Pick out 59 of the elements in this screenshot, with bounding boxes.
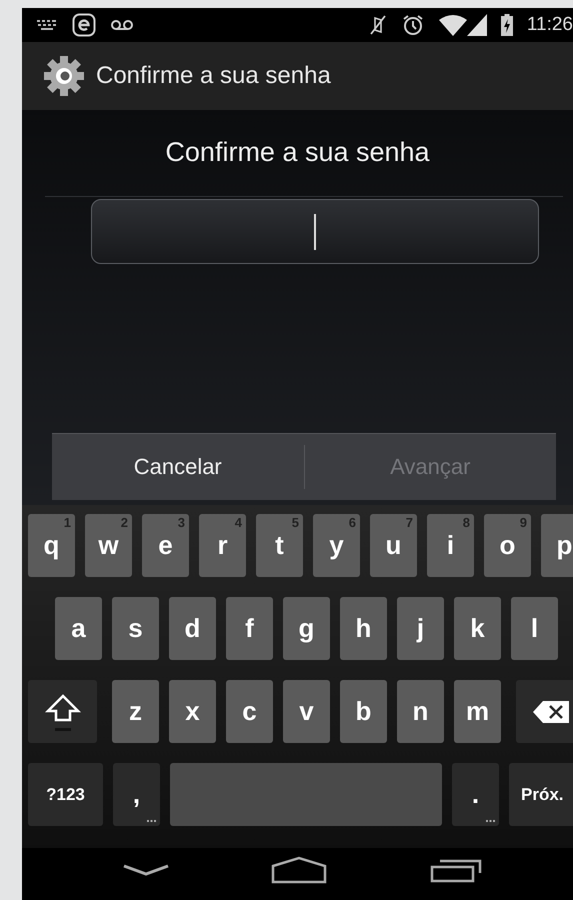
- letter-key[interactable]: h: [340, 597, 387, 660]
- key-hint: 2: [120, 515, 128, 530]
- back-chevron-icon[interactable]: [123, 863, 170, 877]
- punctuation-key[interactable]: .: [452, 763, 499, 826]
- letter-key[interactable]: p: [541, 514, 573, 577]
- keyboard-icon: [36, 19, 58, 31]
- letter-key[interactable]: w 2: [85, 514, 132, 577]
- signal-icon: [466, 14, 487, 36]
- letter-key[interactable]: b: [340, 680, 387, 743]
- gear-icon: [42, 54, 86, 98]
- letter-key[interactable]: v: [283, 680, 330, 743]
- shift-key[interactable]: [28, 680, 97, 743]
- letter-key[interactable]: f: [226, 597, 273, 660]
- key-hint: 4: [234, 515, 242, 530]
- home-icon[interactable]: [271, 856, 328, 884]
- backspace-key[interactable]: [516, 680, 573, 743]
- key-hint: 1: [64, 515, 71, 530]
- password-field[interactable]: [91, 199, 539, 264]
- backspace-icon: [533, 700, 569, 722]
- recent-apps-icon[interactable]: [430, 857, 482, 883]
- battery-charging-icon: [500, 14, 513, 36]
- letter-key[interactable]: q 1: [28, 514, 75, 577]
- alarm-clock-icon: [400, 13, 425, 37]
- letter-key[interactable]: n: [397, 680, 444, 743]
- letter-key[interactable]: t 5: [256, 514, 303, 577]
- letter-key[interactable]: l: [511, 597, 558, 660]
- letter-key[interactable]: x: [169, 680, 216, 743]
- letter-key[interactable]: e 3: [142, 514, 189, 577]
- letter-key[interactable]: i 8: [427, 514, 474, 577]
- letter-key[interactable]: m: [454, 680, 501, 743]
- letter-key[interactable]: j: [397, 597, 444, 660]
- next-key[interactable]: Próx.: [509, 763, 573, 826]
- voicemail-icon: [110, 19, 134, 31]
- wifi-icon: [438, 14, 467, 36]
- letter-key[interactable]: y 6: [313, 514, 360, 577]
- letter-key[interactable]: s: [112, 597, 159, 660]
- key-hint: 5: [292, 515, 299, 530]
- letter-key[interactable]: g: [283, 597, 330, 660]
- clock-time: 11:26: [526, 14, 573, 36]
- key-hint: 8: [462, 515, 470, 530]
- letter-key[interactable]: z: [112, 680, 159, 743]
- letter-key[interactable]: c: [226, 680, 273, 743]
- letter-key[interactable]: u 7: [370, 514, 417, 577]
- key-hint: 6: [348, 515, 356, 530]
- letter-key[interactable]: k: [454, 597, 501, 660]
- screen-title: Confirme a sua senha: [96, 62, 331, 90]
- key-hint: 9: [520, 515, 527, 530]
- letter-key[interactable]: r 4: [199, 514, 246, 577]
- punctuation-key[interactable]: ,: [113, 763, 160, 826]
- text-cursor: [314, 214, 316, 250]
- letter-key[interactable]: o 9: [484, 514, 531, 577]
- letter-key[interactable]: a: [55, 597, 102, 660]
- letter-key[interactable]: d: [169, 597, 216, 660]
- dialog-heading: Confirme a sua senha: [165, 136, 430, 168]
- symbols-key[interactable]: ?123: [28, 763, 103, 826]
- dialog-button[interactable]: Cancelar: [52, 434, 304, 500]
- key-hint: 3: [178, 515, 185, 530]
- muted-vibrate-icon: [368, 14, 387, 36]
- key-hint: 7: [406, 515, 413, 530]
